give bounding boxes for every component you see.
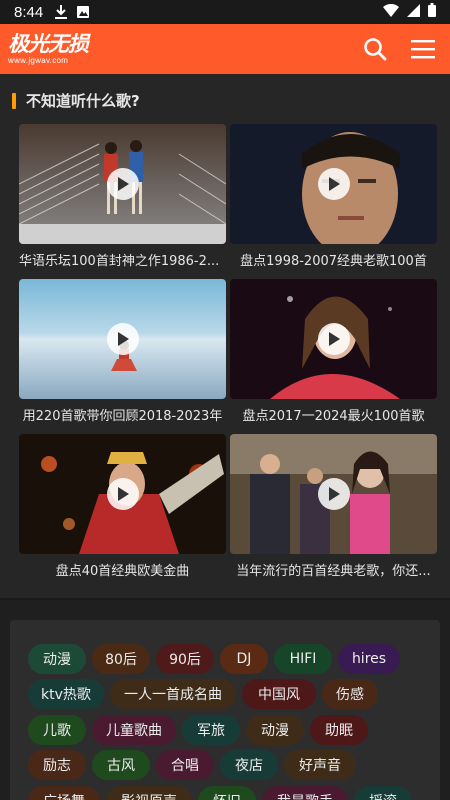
playlist-title: 盘点40首经典欧美金曲 <box>55 564 190 579</box>
tag-chip[interactable]: 摇滚 <box>354 786 412 800</box>
playlist-thumbnail <box>19 434 226 554</box>
tag-chip[interactable]: DJ <box>220 644 268 674</box>
tag-chip[interactable]: 怀旧 <box>198 786 256 800</box>
photo-icon <box>77 6 90 18</box>
tag-chip[interactable]: 夜店 <box>220 750 278 780</box>
section-title: 不知道听什么歌? <box>26 92 140 110</box>
tag-chip[interactable]: 好声音 <box>284 750 356 780</box>
play-icon[interactable] <box>106 323 139 355</box>
heading-accent-bar <box>12 92 16 109</box>
playlist-title: 用220首歌带你回顾2018-2023年 <box>22 409 223 424</box>
tag-chip[interactable]: 动漫 <box>28 644 86 674</box>
play-icon[interactable] <box>317 323 350 355</box>
tag-chip[interactable]: 励志 <box>28 750 86 780</box>
playlist-thumbnail <box>19 279 226 399</box>
status-bar: 8:44 <box>0 0 450 24</box>
play-icon[interactable] <box>106 478 139 510</box>
app-logo[interactable]: 极光无损 www.jgwav.com <box>8 31 89 65</box>
menu-icon[interactable] <box>410 36 436 62</box>
tag-chip[interactable]: 伤感 <box>322 679 378 709</box>
tag-chip[interactable]: 我是歌手 <box>262 786 348 800</box>
playlist-title: 盘点2017一2024最火100首歌 <box>242 409 425 424</box>
tag-chip[interactable]: HIFI <box>274 644 332 674</box>
playlist-thumbnail <box>19 124 226 244</box>
app-header: 极光无损 www.jgwav.com <box>0 24 450 74</box>
download-icon <box>55 5 68 19</box>
playlist-card[interactable]: 盘点2017一2024最火100首歌 <box>230 279 437 429</box>
tag-chip[interactable]: 广场舞 <box>28 786 100 800</box>
playlist-title: 当年流行的百首经典老歌，你还... <box>236 564 431 579</box>
tag-chip[interactable]: 90后 <box>156 644 214 674</box>
playlist-title: 华语乐坛100首封神之作1986-2... <box>19 254 220 269</box>
tag-chip[interactable]: 助眠 <box>310 715 368 745</box>
tags-section: 动漫 80后 90后 DJ HIFI hires ktv热歌 一人一首成名曲 中… <box>10 620 440 800</box>
playlist-thumbnail <box>230 279 437 399</box>
tag-chip[interactable]: ktv热歌 <box>28 679 104 709</box>
tag-chip[interactable]: 80后 <box>92 644 150 674</box>
tag-chip[interactable]: 军旅 <box>182 715 240 745</box>
playlist-thumbnail <box>230 434 437 554</box>
tag-chip[interactable]: 一人一首成名曲 <box>110 679 236 709</box>
playlist-card[interactable]: 华语乐坛100首封神之作1986-2... <box>19 124 226 274</box>
signal-icon <box>407 3 420 21</box>
tag-chip[interactable]: 影视原声 <box>106 786 192 800</box>
playlist-card[interactable]: 用220首歌带你回顾2018-2023年 <box>19 279 226 429</box>
tag-chip[interactable]: 中国风 <box>242 679 316 709</box>
logo-url: www.jgwav.com <box>8 55 69 65</box>
tag-chip[interactable]: 儿歌 <box>28 715 86 745</box>
playlist-title: 盘点1998-2007经典老歌100首 <box>240 254 427 269</box>
tag-chip[interactable]: hires <box>338 644 400 674</box>
battery-icon <box>428 3 436 21</box>
recommend-section: 不知道听什么歌? 华语乐坛100首封神之作1986-2... 盘点1998-20… <box>0 74 450 600</box>
tag-chip[interactable]: 合唱 <box>156 750 214 780</box>
playlist-card[interactable]: 盘点40首经典欧美金曲 <box>19 434 226 584</box>
tag-chip[interactable]: 儿童歌曲 <box>92 715 176 745</box>
playlist-card[interactable]: 盘点1998-2007经典老歌100首 <box>230 124 437 274</box>
tag-chip[interactable]: 动漫 <box>246 715 304 745</box>
wifi-icon <box>383 3 399 21</box>
play-icon[interactable] <box>317 168 350 200</box>
play-icon[interactable] <box>106 168 139 200</box>
search-icon[interactable] <box>362 36 388 62</box>
tag-chip[interactable]: 古风 <box>92 750 150 780</box>
playlist-thumbnail <box>230 124 437 244</box>
section-heading: 不知道听什么歌? <box>12 90 140 111</box>
play-icon[interactable] <box>317 478 350 510</box>
logo-text: 极光无损 <box>8 31 89 56</box>
playlist-card[interactable]: 当年流行的百首经典老歌，你还... <box>230 434 437 584</box>
status-time: 8:44 <box>14 3 44 21</box>
